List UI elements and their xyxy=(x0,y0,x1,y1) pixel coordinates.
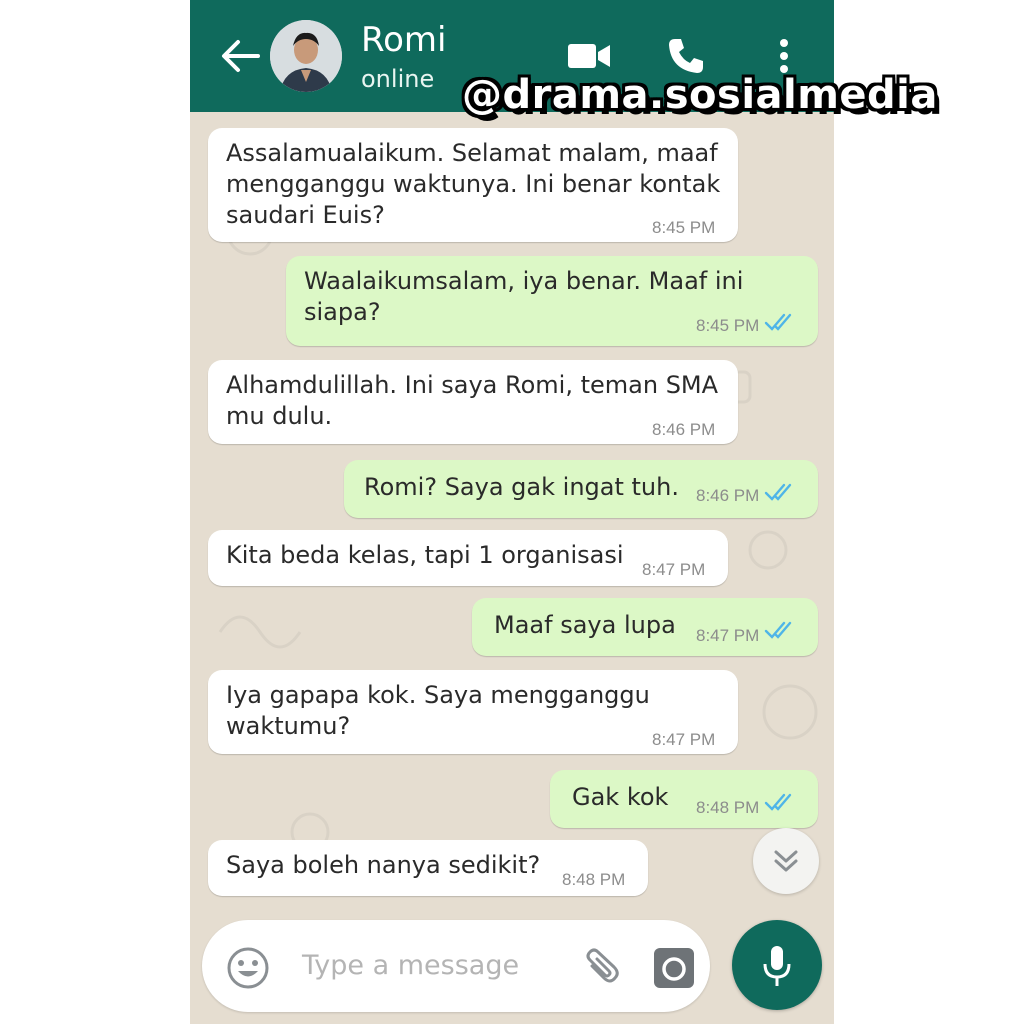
scroll-down-icon xyxy=(774,850,798,872)
message-bubble-incoming[interactable]: Kita beda kelas, tapi 1 organisasi 8:47 … xyxy=(208,530,728,586)
message-bubble-incoming[interactable]: Assalamualaikum. Selamat malam, maaf men… xyxy=(208,128,738,242)
message-bubble-outgoing[interactable]: Maaf saya lupa 8:47 PM xyxy=(472,598,818,656)
contact-name[interactable]: Romi xyxy=(361,20,446,60)
avatar-person-icon xyxy=(270,20,342,92)
message-time: 8:47 PM xyxy=(696,626,760,645)
read-receipt-icon xyxy=(764,483,792,501)
message-time: 8:45 PM xyxy=(696,316,760,335)
message-bubble-outgoing[interactable]: Gak kok 8:48 PM xyxy=(550,770,818,828)
message-time: 8:46 PM xyxy=(652,420,716,439)
message-bubble-outgoing[interactable]: Romi? Saya gak ingat tuh. 8:46 PM xyxy=(344,460,818,518)
watermark: @drama.sosialmedia xyxy=(462,72,938,118)
read-receipt-icon xyxy=(764,621,792,639)
message-time: 8:48 PM xyxy=(696,798,760,817)
message-time: 8:48 PM xyxy=(562,870,626,889)
contact-status: online xyxy=(361,65,435,93)
back-arrow-icon[interactable] xyxy=(220,38,260,74)
message-time: 8:47 PM xyxy=(642,560,706,579)
message-bubble-incoming[interactable]: Alhamdulillah. Ini saya Romi, teman SMA … xyxy=(208,360,738,444)
message-bubble-outgoing[interactable]: Waalaikumsalam, iya benar. Maaf ini siap… xyxy=(286,256,818,346)
message-text: Kita beda kelas, tapi 1 organisasi xyxy=(226,541,624,569)
voice-message-button[interactable] xyxy=(732,920,822,1010)
emoji-icon[interactable] xyxy=(226,946,270,990)
message-text: Gak kok xyxy=(572,783,669,811)
message-input[interactable]: Type a message xyxy=(302,950,519,981)
mic-icon xyxy=(763,946,791,986)
read-receipt-icon xyxy=(764,313,792,331)
chat-screen: Romi online Assalamualaikum. Selamat mal… xyxy=(190,0,834,1024)
message-composer[interactable]: Type a message xyxy=(202,920,710,1012)
message-bubble-incoming[interactable]: Iya gapapa kok. Saya mengganggu waktumu?… xyxy=(208,670,738,754)
phone-icon[interactable] xyxy=(666,36,706,76)
message-bubble-incoming[interactable]: Saya boleh nanya sedikit? 8:48 PM xyxy=(208,840,648,896)
scroll-down-button[interactable] xyxy=(753,828,819,894)
avatar[interactable] xyxy=(270,20,342,92)
message-text: Romi? Saya gak ingat tuh. xyxy=(364,473,679,501)
read-receipt-icon xyxy=(764,793,792,811)
message-text: Iya gapapa kok. Saya mengganggu waktumu? xyxy=(226,681,650,740)
video-call-icon[interactable] xyxy=(568,42,612,70)
message-text: Saya boleh nanya sedikit? xyxy=(226,851,541,879)
message-time: 8:45 PM xyxy=(652,218,716,237)
message-text: Waalaikumsalam, iya benar. Maaf ini siap… xyxy=(304,267,744,326)
message-text: Alhamdulillah. Ini saya Romi, teman SMA … xyxy=(226,371,719,430)
camera-icon[interactable] xyxy=(654,948,694,988)
attach-icon[interactable] xyxy=(580,946,620,986)
message-time: 8:47 PM xyxy=(652,730,716,749)
more-vert-icon[interactable] xyxy=(778,36,790,76)
message-text: Maaf saya lupa xyxy=(494,611,676,639)
message-time: 8:46 PM xyxy=(696,486,760,505)
message-text: Assalamualaikum. Selamat malam, maaf men… xyxy=(226,139,721,229)
